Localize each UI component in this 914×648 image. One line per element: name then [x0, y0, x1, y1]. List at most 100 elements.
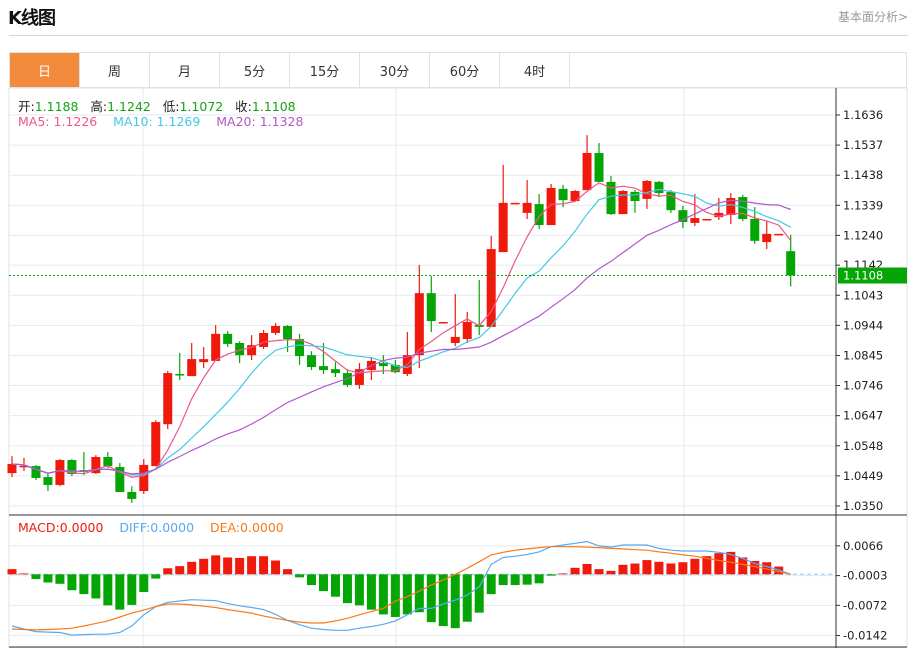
- candle-up: [582, 153, 592, 191]
- y-tick-label: 1.0548: [843, 439, 883, 453]
- candle-down: [127, 491, 137, 499]
- y-tick-label: 1.1537: [843, 138, 883, 152]
- macd-bar: [199, 558, 209, 575]
- candle-up: [163, 373, 173, 425]
- candle-down: [103, 457, 113, 467]
- candle-down: [378, 363, 388, 367]
- ma5-label: MA5:: [18, 114, 50, 129]
- ma-legend: MA5: 1.1226 MA10: 1.1269 MA20: 1.1328: [18, 114, 303, 129]
- candle-up: [414, 293, 424, 356]
- y-tick-label: 1.0449: [843, 469, 883, 483]
- diff-label: DIFF:: [119, 520, 151, 535]
- macd-bar: [366, 574, 376, 610]
- last-price-label: 1.1108: [843, 269, 883, 283]
- macd-bar: [211, 555, 221, 575]
- candle-up: [259, 332, 269, 347]
- candle-down: [750, 218, 760, 241]
- macd-bar: [606, 570, 616, 575]
- macd-bar: [678, 562, 688, 575]
- candle-down: [558, 188, 568, 201]
- y-tick-label: 1.0845: [843, 348, 883, 362]
- candle-down: [630, 191, 640, 202]
- candle-up: [55, 460, 65, 485]
- macd-legend: MACD:0.0000 DIFF:0.0000 DEA:0.0000: [18, 520, 284, 535]
- macd-bar: [259, 556, 269, 575]
- close-value: 1.1108: [251, 99, 296, 114]
- macd-bar: [342, 574, 352, 604]
- candle-down: [175, 374, 185, 376]
- candle-up: [139, 464, 149, 492]
- ma20-label: MA20:: [216, 114, 256, 129]
- candle-up: [702, 218, 712, 221]
- chart-frame: [8, 87, 908, 648]
- candle-down: [43, 477, 53, 485]
- ma20-value: 1.1328: [259, 114, 304, 129]
- macd-bar: [402, 574, 412, 615]
- y-tick-label: 1.0746: [843, 379, 883, 393]
- y-tick-label: 1.0350: [843, 499, 883, 513]
- macd-bar: [307, 574, 316, 586]
- macd-bar: [103, 574, 113, 606]
- candle-up: [7, 463, 17, 474]
- y-tick-label: 1.1438: [843, 168, 883, 182]
- macd-bar: [7, 569, 17, 575]
- open-label: 开:: [18, 99, 35, 114]
- macd-bar: [55, 574, 65, 584]
- macd-bar: [714, 553, 724, 575]
- ma5-value: 1.1226: [53, 114, 98, 129]
- macd-bar: [67, 574, 77, 591]
- candle-down: [295, 339, 305, 357]
- candle-down: [666, 191, 676, 211]
- y-tick-label: 1.1043: [843, 288, 883, 302]
- macd-y-tick-label: 0.0066: [843, 539, 883, 553]
- macd-bar: [247, 556, 257, 575]
- macd-bar: [43, 574, 53, 583]
- dea-value: 0.0000: [240, 520, 284, 535]
- candle-down: [426, 293, 436, 322]
- macd-bar: [115, 574, 125, 610]
- macd-bar: [283, 569, 293, 575]
- candle-up: [546, 187, 556, 226]
- ma10-value: 1.1269: [156, 114, 201, 129]
- macd-bar: [522, 574, 532, 585]
- macd-bar: [438, 574, 448, 627]
- macd-bar: [414, 574, 424, 613]
- ma10-label: MA10:: [113, 114, 153, 129]
- macd-bar: [295, 574, 305, 578]
- macd-bar: [630, 563, 640, 575]
- dea-label: DEA:: [209, 520, 241, 535]
- y-tick-label: 1.0647: [843, 409, 883, 423]
- macd-bar: [546, 574, 556, 576]
- macd-bar: [151, 574, 161, 579]
- candle-down: [283, 325, 293, 340]
- candle-down: [786, 251, 796, 276]
- macd-bar: [163, 568, 173, 575]
- macd-value: 0.0000: [59, 520, 104, 535]
- macd-bar: [498, 574, 508, 586]
- candle-up: [187, 359, 197, 377]
- macd-bar: [91, 574, 101, 599]
- macd-bar: [19, 573, 29, 575]
- candle-up: [354, 369, 364, 385]
- candle-up: [450, 336, 460, 343]
- macd-bar: [642, 560, 652, 575]
- candle-down: [318, 366, 328, 371]
- candle-up: [199, 359, 209, 363]
- candle-up: [522, 202, 532, 213]
- macd-y-tick-label: -0.0072: [843, 598, 887, 612]
- candle-up: [642, 180, 652, 199]
- macd-bar: [570, 567, 580, 575]
- ohlc-legend: 开:1.1188 高:1.1242 低:1.1072 收:1.1108: [18, 96, 296, 115]
- y-tick-label: 1.1339: [843, 198, 883, 212]
- candle-up: [211, 333, 221, 361]
- candle-up: [510, 202, 520, 205]
- macd-bar: [31, 574, 41, 580]
- candle-up: [271, 325, 281, 333]
- y-tick-label: 1.1240: [843, 228, 883, 242]
- macd-bar: [271, 560, 281, 575]
- y-tick-label: 1.1636: [843, 108, 883, 122]
- candle-up: [438, 322, 448, 324]
- macd-bar: [354, 574, 364, 606]
- open-value: 1.1188: [34, 99, 79, 114]
- low-value: 1.1072: [179, 99, 224, 114]
